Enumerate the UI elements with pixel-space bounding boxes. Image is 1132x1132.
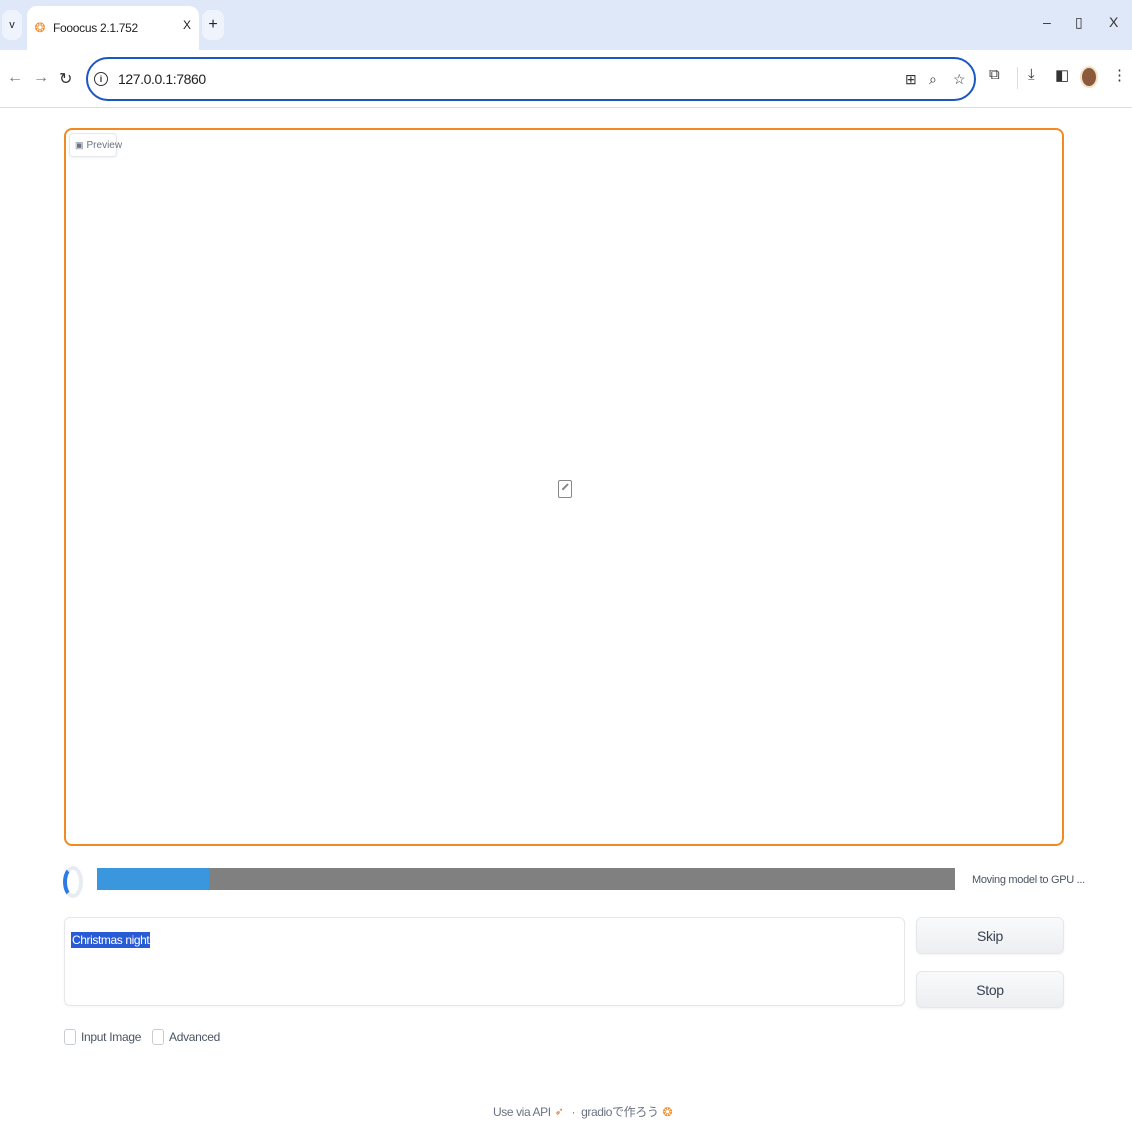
browser-tab[interactable]: ❂ Fooocus 2.1.752 X [27, 6, 199, 50]
footer: Use via API ➶ · gradioで作ろう ❂ [493, 1103, 672, 1120]
progress-bar [97, 868, 955, 890]
fooocus-favicon-icon: ❂ [34, 20, 46, 35]
reload-icon[interactable]: ↻ [59, 69, 72, 89]
advanced-checkbox[interactable]: Advanced [152, 1029, 220, 1045]
prompt-value: Christmas night [71, 932, 151, 948]
restore-icon[interactable]: ▯ [1075, 14, 1083, 31]
address-bar[interactable]: i 127.0.0.1:7860 ⊞ ⌕ ☆ [86, 57, 976, 101]
footer-separator: · [571, 1104, 576, 1119]
minimize-icon[interactable]: – [1043, 14, 1051, 30]
browser-toolbar: ← → ↻ i 127.0.0.1:7860 ⊞ ⌕ ☆ ⧉ ⤓ ◧ ⋮ [0, 50, 1132, 108]
preview-label: ▣ Preview [69, 133, 122, 157]
gradio-logo-icon: ❂ [662, 1104, 673, 1119]
checkbox-box[interactable] [64, 1029, 76, 1045]
preview-label-text: Preview [86, 139, 123, 151]
download-icon[interactable]: ⤓ [1028, 66, 1035, 83]
extensions-icon[interactable]: ⧉ [989, 66, 1000, 83]
translate-icon[interactable]: ⊞ [905, 71, 917, 88]
use-via-api-link[interactable]: Use via API [493, 1105, 551, 1119]
progress-status: Moving model to GPU ... [972, 874, 1085, 886]
tab-close-icon[interactable]: X [183, 18, 191, 32]
preview-image-panel: ▣ Preview [64, 128, 1064, 846]
checkbox-box[interactable] [152, 1029, 164, 1045]
prompt-input[interactable]: Christmas night [64, 917, 905, 1006]
menu-kebab-icon[interactable]: ⋮ [1112, 66, 1127, 84]
progress-bar-fill [97, 868, 209, 890]
image-placeholder-icon [558, 480, 572, 498]
checkbox-label: Advanced [169, 1030, 220, 1044]
address-url: 127.0.0.1:7860 [118, 71, 206, 87]
profile-avatar[interactable] [1080, 66, 1098, 88]
skip-button[interactable]: Skip [916, 917, 1064, 954]
bookmark-star-icon[interactable]: ☆ [953, 71, 966, 88]
image-icon: ▣ [75, 139, 84, 150]
toolbar-divider [1017, 67, 1018, 89]
zoom-icon[interactable]: ⌕ [929, 71, 937, 88]
side-panel-icon[interactable]: ◧ [1055, 66, 1069, 84]
forward-icon[interactable]: → [33, 69, 49, 87]
loading-spinner-icon [63, 866, 83, 898]
rocket-icon: ➶ [554, 1106, 564, 1118]
chevron-down-icon: v [9, 19, 15, 31]
stop-button[interactable]: Stop [916, 971, 1064, 1008]
new-tab-button[interactable]: + [202, 10, 224, 40]
tab-search-button[interactable]: v [2, 10, 22, 40]
checkbox-label: Input Image [81, 1030, 142, 1044]
tab-title: Fooocus 2.1.752 [53, 21, 138, 35]
input-image-checkbox[interactable]: Input Image [64, 1029, 141, 1045]
back-icon[interactable]: ← [7, 69, 23, 87]
gradio-link[interactable]: gradioで作ろう [581, 1103, 659, 1120]
tab-strip: v ❂ Fooocus 2.1.752 X + – ▯ X [0, 0, 1132, 50]
window-close-icon[interactable]: X [1109, 14, 1118, 30]
site-info-icon[interactable]: i [94, 72, 108, 86]
